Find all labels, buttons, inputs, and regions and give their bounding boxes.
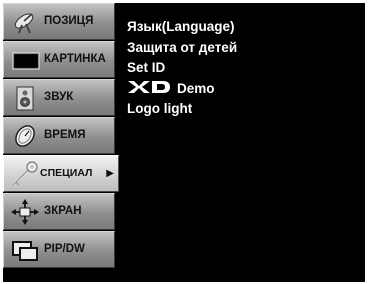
sidebar-item-label: СПЕЦИАЛ	[40, 167, 93, 179]
move-cross-icon	[11, 199, 39, 225]
pip-windows-icon	[12, 241, 38, 261]
tv-osd-menu: ПОЗИЦЯ КАРТИНКА ЗВУК ВРЕМЯ СПЕЦИАЛ ▶ ЗКР…	[3, 3, 365, 282]
menu-item-child-lock[interactable]: Защита от детей	[127, 38, 237, 59]
main-menu-sidebar: ПОЗИЦЯ КАРТИНКА ЗВУК ВРЕМЯ СПЕЦИАЛ ▶ ЗКР…	[3, 3, 119, 282]
menu-item-set-id[interactable]: Set ID	[127, 58, 237, 79]
tv-screen-icon	[12, 52, 40, 70]
sidebar-item-label: PIP/DW	[44, 243, 85, 255]
xd-logo-icon	[128, 80, 170, 93]
menu-item-xd-demo[interactable]: Demo	[127, 79, 237, 100]
sidebar-item-picture[interactable]: КАРТИНКА	[3, 41, 115, 78]
menu-item-label: Demo	[177, 80, 215, 96]
sidebar-item-label: ЗКРАН	[44, 205, 82, 217]
selected-arrow-icon: ▶	[106, 168, 114, 179]
submenu-list: Язык(Language) Защита от детей Set ID De…	[127, 17, 237, 120]
clock-icon	[15, 125, 35, 147]
sidebar-item-time[interactable]: ВРЕМЯ	[3, 117, 115, 154]
sidebar-item-label: ВРЕМЯ	[44, 129, 86, 141]
speaker-icon	[16, 86, 34, 111]
key-icon	[11, 161, 38, 187]
sidebar-item-sound[interactable]: ЗВУК	[3, 79, 115, 116]
sidebar-item-pip[interactable]: PIP/DW	[3, 231, 115, 268]
sidebar-item-special[interactable]: СПЕЦИАЛ ▶	[3, 155, 119, 192]
sidebar-item-label: ПОЗИЦЯ	[44, 15, 94, 27]
menu-item-language[interactable]: Язык(Language)	[127, 17, 237, 38]
sidebar-item-position[interactable]: ПОЗИЦЯ	[3, 3, 115, 40]
sidebar-item-label: КАРТИНКА	[44, 53, 106, 65]
sidebar-item-label: ЗВУК	[44, 91, 74, 103]
sidebar-item-screen[interactable]: ЗКРАН	[3, 193, 115, 230]
satellite-dish-icon	[14, 13, 34, 34]
menu-item-logo-light[interactable]: Logo light	[127, 99, 237, 120]
